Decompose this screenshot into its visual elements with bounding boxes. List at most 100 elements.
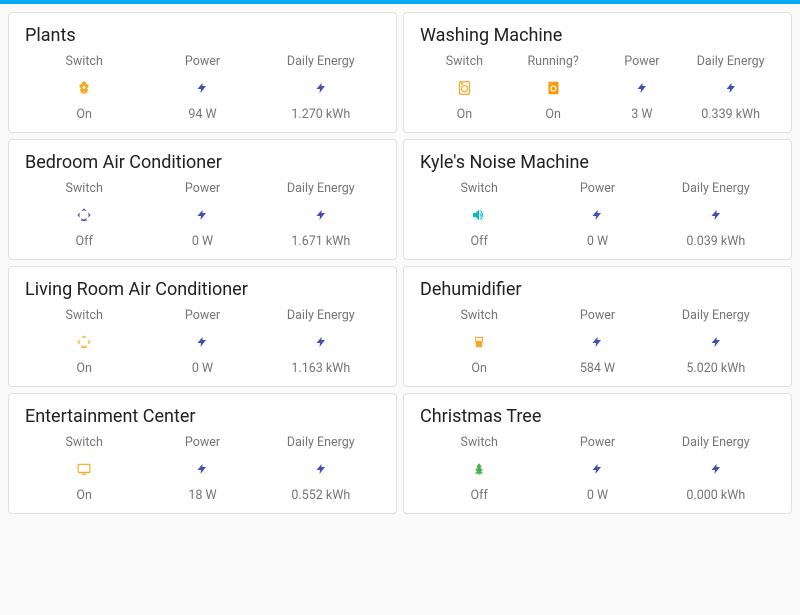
card-living-room-ac: Living Room Air Conditioner Switch A/C O… [8,266,397,387]
switch-label: Switch [446,54,483,69]
bolt-icon[interactable] [196,79,208,97]
bolt-icon[interactable] [591,460,603,478]
bolt-icon[interactable] [636,79,648,97]
bolt-icon[interactable] [315,79,327,97]
bolt-icon[interactable] [710,206,722,224]
col-power: Power 584 W [538,308,656,376]
washer-outline-icon[interactable] [457,79,472,97]
power-value: 18 W [188,488,216,503]
power-value: 0 W [192,361,213,376]
washer-icon[interactable] [546,79,561,97]
power-label: Power [580,181,615,196]
switch-state: On [76,361,92,376]
tree-icon[interactable] [472,460,486,478]
switch-state: Off [76,234,93,249]
switch-state: Off [471,488,488,503]
switch-label: Switch [65,435,102,450]
col-power: Power 0 W [143,181,261,249]
switch-state: On [457,107,473,122]
energy-label: Daily Energy [697,54,765,69]
card-noise-machine: Kyle's Noise Machine Switch Off Power 0 … [403,139,792,260]
power-label: Power [580,308,615,323]
ac-icon[interactable]: A/C [76,206,92,224]
card-dehumidifier: Dehumidifier Switch On Power 584 W Daily… [403,266,792,387]
bolt-icon[interactable] [591,206,603,224]
energy-value: 0.552 kWh [291,488,350,503]
bolt-icon[interactable] [315,460,327,478]
card-title: Bedroom Air Conditioner [25,152,380,173]
col-switch: Switch A/C Off [25,181,143,249]
card-columns: Switch Off Power 0 W Daily Energy 0.039 … [420,181,775,249]
energy-value: 1.270 kWh [291,107,350,122]
card-christmas-tree: Christmas Tree Switch Off Power 0 W Dail… [403,393,792,514]
col-power: Power 94 W [143,54,261,122]
energy-label: Daily Energy [682,181,750,196]
card-title: Christmas Tree [420,406,775,427]
cup-icon[interactable] [472,333,486,351]
running-label: Running? [527,54,578,69]
card-columns: Switch On Running? On Power 3 W [420,54,775,122]
col-switch: Switch On [25,54,143,122]
energy-value: 1.671 kWh [291,234,350,249]
energy-value: 0.000 kWh [686,488,745,503]
power-value: 94 W [188,107,216,122]
dashboard-grid: Plants Switch On Power 94 W Daily Energy [0,4,800,522]
tv-icon[interactable] [75,460,93,478]
energy-label: Daily Energy [287,181,355,196]
flower-icon[interactable] [76,79,92,97]
energy-label: Daily Energy [287,54,355,69]
switch-state: On [76,107,92,122]
card-bedroom-ac: Bedroom Air Conditioner Switch A/C Off P… [8,139,397,260]
col-energy: Daily Energy 1.163 kWh [262,308,380,376]
energy-value: 0.339 kWh [701,107,760,122]
col-power: Power 0 W [538,181,656,249]
card-columns: Switch On Power 18 W Daily Energy 0.552 … [25,435,380,503]
bolt-icon[interactable] [591,333,603,351]
energy-value: 0.039 kWh [686,234,745,249]
energy-label: Daily Energy [287,308,355,323]
col-switch: Switch On [25,435,143,503]
power-label: Power [580,435,615,450]
svg-text:A/C: A/C [81,344,88,349]
switch-state: Off [471,234,488,249]
bolt-icon[interactable] [196,333,208,351]
col-energy: Daily Energy 0.339 kWh [686,54,775,122]
bolt-icon[interactable] [315,206,327,224]
col-power: Power 0 W [143,308,261,376]
card-title: Entertainment Center [25,406,380,427]
card-title: Dehumidifier [420,279,775,300]
col-switch: Switch On [420,54,509,122]
power-value: 584 W [580,361,615,376]
col-switch: Switch Off [420,435,538,503]
power-label: Power [185,54,220,69]
col-switch: Switch Off [420,181,538,249]
bolt-icon[interactable] [196,206,208,224]
card-entertainment-center: Entertainment Center Switch On Power 18 … [8,393,397,514]
power-value: 0 W [587,234,608,249]
power-label: Power [185,435,220,450]
power-value: 0 W [192,234,213,249]
switch-label: Switch [65,308,102,323]
switch-label: Switch [460,181,497,196]
col-energy: Daily Energy 0.039 kWh [657,181,775,249]
card-columns: Switch A/C Off Power 0 W Daily Energy 1.… [25,181,380,249]
ac-icon[interactable]: A/C [76,333,92,351]
bolt-icon[interactable] [710,333,722,351]
energy-value: 5.020 kWh [686,361,745,376]
bolt-icon[interactable] [725,79,737,97]
bolt-icon[interactable] [710,460,722,478]
switch-label: Switch [460,435,497,450]
card-columns: Switch Off Power 0 W Daily Energy 0.000 … [420,435,775,503]
col-power: Power 0 W [538,435,656,503]
energy-label: Daily Energy [682,308,750,323]
col-energy: Daily Energy 1.671 kWh [262,181,380,249]
card-columns: Switch On Power 584 W Daily Energy 5.020… [420,308,775,376]
power-label: Power [185,308,220,323]
card-columns: Switch On Power 94 W Daily Energy 1.270 … [25,54,380,122]
col-energy: Daily Energy 1.270 kWh [262,54,380,122]
bolt-icon[interactable] [196,460,208,478]
speaker-icon[interactable] [471,206,487,224]
bolt-icon[interactable] [315,333,327,351]
col-switch: Switch A/C On [25,308,143,376]
card-title: Plants [25,25,380,46]
